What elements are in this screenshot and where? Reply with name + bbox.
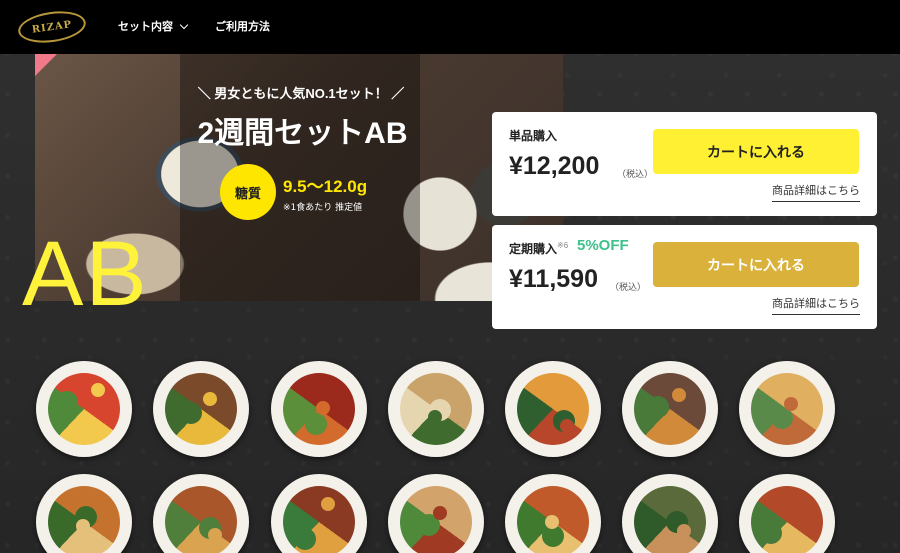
meal-garnish <box>789 533 803 547</box>
product-detail-link-subscription[interactable]: 商品詳細はこちら <box>772 295 860 315</box>
product-detail-link-single[interactable]: 商品詳細はこちら <box>772 182 860 202</box>
meal-garnish <box>294 528 316 550</box>
single-purchase-card: 単品購入 ¥12,200 （税込） カートに入れる 商品詳細はこちら <box>492 112 877 216</box>
meal-plate-3 <box>271 361 367 457</box>
meal-plate-4 <box>388 361 484 457</box>
meal-garnish <box>56 391 78 413</box>
chevron-down-icon <box>179 20 189 29</box>
hero-tagline: ＼ 男女ともに人気NO.1セット！ ／ <box>197 86 405 101</box>
meal-garnish <box>76 519 90 533</box>
subscription-tax-note: （税込） <box>610 283 647 293</box>
nav-set-contents[interactable]: セット内容 <box>118 18 189 34</box>
meal-garnish <box>560 419 574 433</box>
meal-garnish <box>305 413 327 435</box>
meal-garnish <box>647 396 669 418</box>
meal-garnish <box>203 392 217 406</box>
single-tax-note: （税込） <box>617 170 654 180</box>
add-to-cart-button-subscription[interactable]: カートに入れる <box>653 242 859 287</box>
meal-garnish <box>180 402 202 424</box>
meal-plate-1 <box>36 361 132 457</box>
meal-garnish <box>672 388 686 402</box>
nav-how-to-use-label: ご利用方法 <box>215 21 270 33</box>
single-price: ¥12,200 <box>509 152 600 180</box>
meal-garnish <box>545 515 559 529</box>
meal-plate-6 <box>622 361 718 457</box>
nav-how-to-use[interactable]: ご利用方法 <box>215 18 270 34</box>
meal-garnish <box>428 410 442 424</box>
meal-garnish <box>784 397 798 411</box>
meal-food <box>751 486 823 553</box>
meal-plate-7 <box>739 361 835 457</box>
carb-value: 9.5～12.0g <box>283 177 368 196</box>
meal-plate-2 <box>153 361 249 457</box>
set-title: 2週間セットAB <box>197 117 408 150</box>
meal-food <box>517 373 589 445</box>
subscription-price: ¥11,590 <box>509 265 598 293</box>
meal-plate-5 <box>505 361 601 457</box>
meal-garnish <box>677 524 691 538</box>
meal-garnish <box>316 401 330 415</box>
subscription-label: 定期購入※6 <box>509 240 568 257</box>
rizap-logo[interactable]: RIZAP <box>16 7 88 47</box>
meal-garnish <box>321 497 335 511</box>
meal-garnish <box>208 528 222 542</box>
meal-food <box>634 373 706 445</box>
site-header: RIZAP セット内容 ご利用方法 <box>0 0 900 54</box>
meal-garnish <box>760 522 782 544</box>
discount-badge: 5%OFF <box>577 237 629 254</box>
carb-note: ※1食あたり 推定値 <box>283 203 363 213</box>
subscription-footnote: ※6 <box>557 241 569 250</box>
single-purchase-label: 単品購入 <box>509 129 558 143</box>
subscription-label-text: 定期購入 <box>509 242 558 256</box>
subscription-purchase-card: 定期購入※6 5%OFF ¥11,590 （税込） カートに入れる 商品詳細はこ… <box>492 225 877 329</box>
set-overlay-label: AB <box>22 223 149 325</box>
corner-ribbon <box>35 54 57 76</box>
meal-garnish <box>433 506 447 520</box>
nav-set-contents-label: セット内容 <box>118 21 173 33</box>
carb-badge: 糖質 <box>220 164 276 220</box>
meal-garnish <box>91 383 105 397</box>
add-to-cart-button-single[interactable]: カートに入れる <box>653 129 859 174</box>
